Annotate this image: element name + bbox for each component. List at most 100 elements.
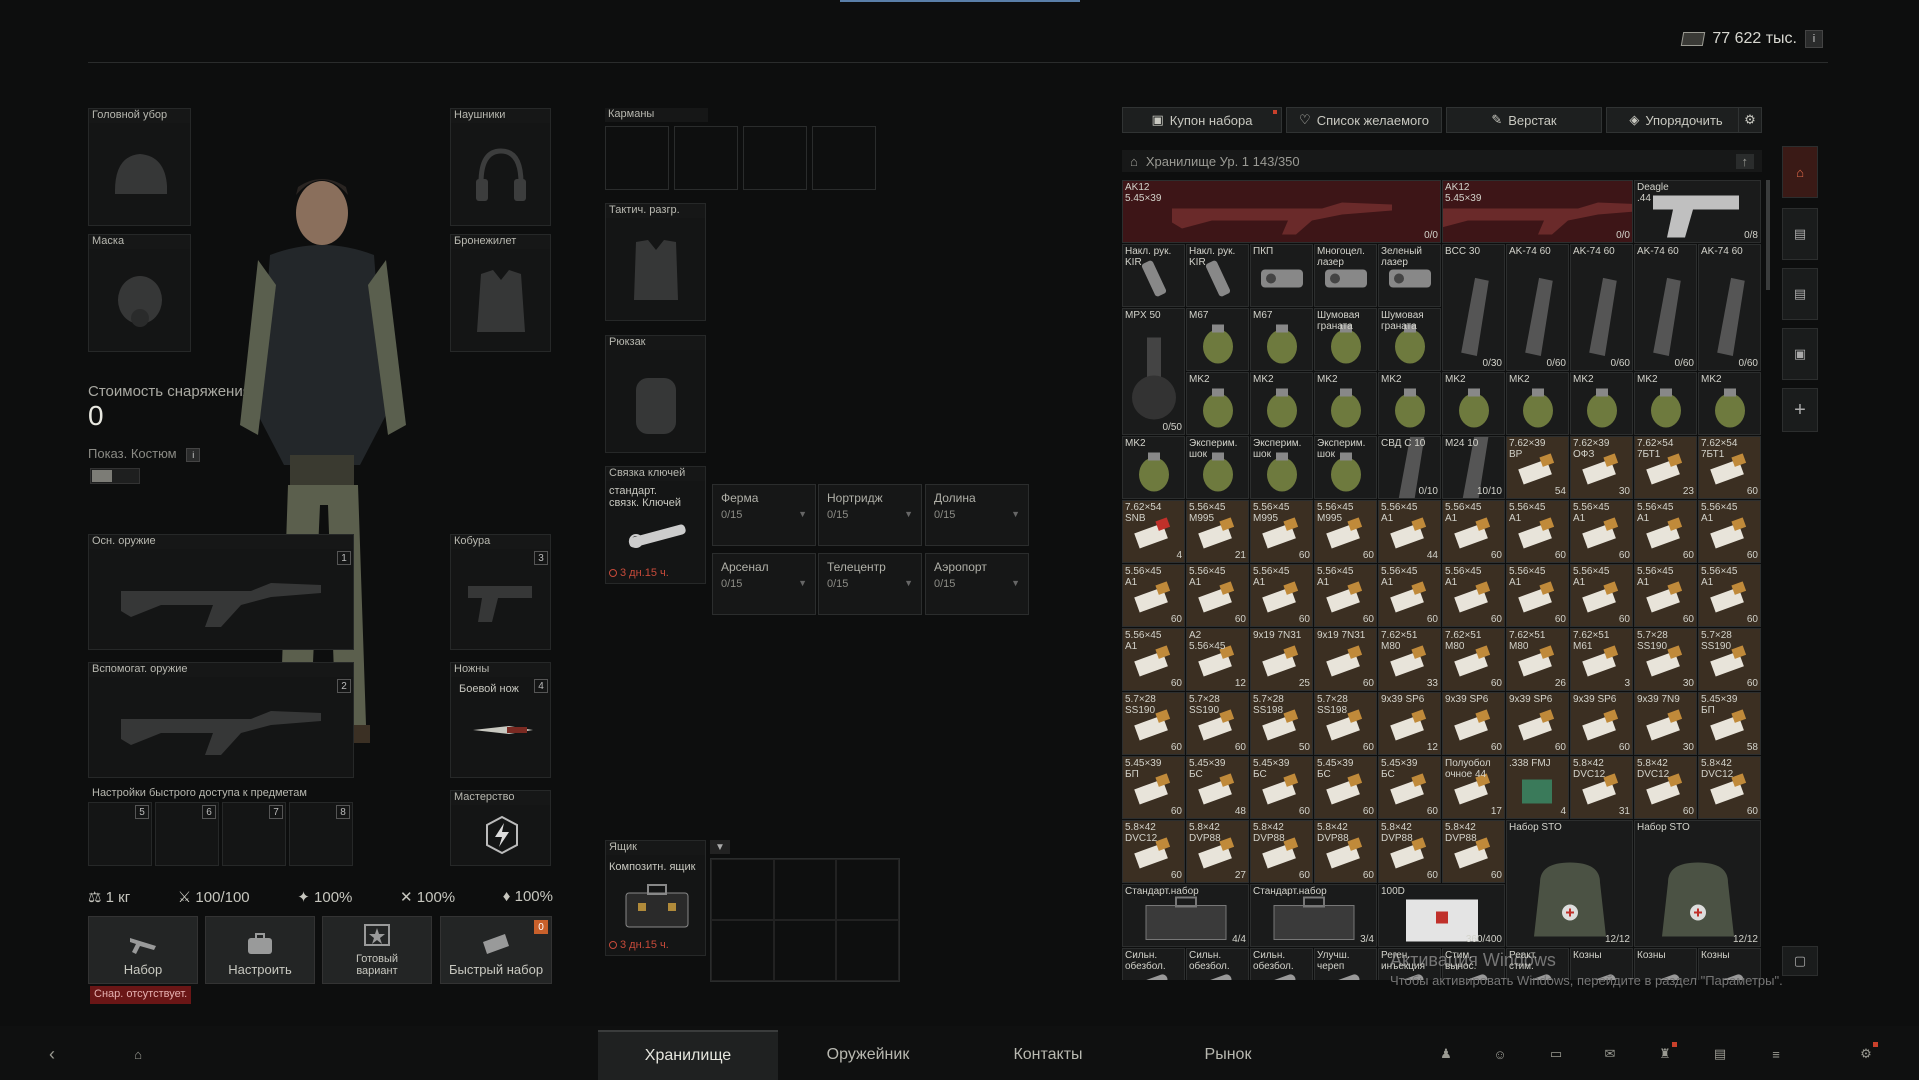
tab-gunsmith[interactable]: Оружейник [778, 1030, 958, 1080]
case-cell[interactable] [836, 859, 899, 920]
stash-item[interactable]: MK2 [1378, 372, 1441, 435]
stash-item[interactable]: 5.56×45 A1 60 [1698, 564, 1761, 627]
slot-armor[interactable]: Бронежилет [450, 234, 551, 352]
stash-item[interactable]: Шумовая граната [1314, 308, 1377, 371]
stash-item[interactable]: 9x39 SP6 12 [1378, 692, 1441, 755]
stash-item[interactable]: 5.56×45 A1 60 [1506, 564, 1569, 627]
slot-tactical-rig[interactable]: Тактич. разгр. [605, 203, 706, 321]
stash-item[interactable]: Эксперим. шок [1314, 436, 1377, 499]
stash-item[interactable]: 5.56×45 A1 60 [1314, 564, 1377, 627]
quick-slot-8[interactable]: 8 [289, 802, 353, 866]
side-add-button[interactable]: + [1782, 388, 1818, 432]
key-slot-northridge[interactable]: Нортридж 0/15 ▼ [818, 484, 922, 546]
slot-holster[interactable]: Кобура 3 [450, 534, 551, 650]
slot-backpack[interactable]: Рюкзак [605, 335, 706, 453]
slot-sheath[interactable]: Ножны 4 Боевой нож [450, 662, 551, 778]
stash-item[interactable]: 5.8×42 DVP88 60 [1378, 820, 1441, 883]
stash-item[interactable]: MK2 [1250, 372, 1313, 435]
stash-item[interactable]: 5.8×42 DVC12 31 [1570, 756, 1633, 819]
stash-item[interactable]: Сильн. обезбол. [1122, 948, 1185, 980]
side-container-2-button[interactable]: ▤ [1782, 268, 1818, 320]
stash-item[interactable]: Стандарт.набор 3/4 [1250, 884, 1377, 947]
stash-item[interactable]: 5.45×39 БП 60 [1122, 756, 1185, 819]
stash-item[interactable]: 7.62×51 M61 3 [1570, 628, 1633, 691]
menu-list-icon[interactable]: ≡ [1766, 1044, 1786, 1064]
key-slot-telecenter[interactable]: Телецентр 0/15 ▼ [818, 553, 922, 615]
stash-item[interactable]: 9x39 SP6 60 [1570, 692, 1633, 755]
stash-item[interactable]: A2 5.56×45 12 [1186, 628, 1249, 691]
stash-item[interactable]: Улучш. череп [1314, 948, 1377, 980]
stash-item[interactable]: 7.62×54 SNB 4 [1122, 500, 1185, 563]
tab-kit-coupon[interactable]: ▣ Купон набора [1122, 107, 1282, 133]
stash-item[interactable]: СВД С 10 0/10 [1378, 436, 1441, 499]
stash-item[interactable]: Накл. рук. KIR [1122, 244, 1185, 307]
ready-variant-button[interactable]: Готовый вариант [322, 916, 432, 984]
stash-item[interactable]: Зеленый лазер [1378, 244, 1441, 307]
stash-item[interactable]: Эксперим. шок [1250, 436, 1313, 499]
key-slot-farm[interactable]: Ферма 0/15 ▼ [712, 484, 816, 546]
stash-grid[interactable]: AK12 5.45×39 0/0 AK12 5.45×39 0/0 Deagle .44… [1122, 180, 1762, 980]
tab-contacts[interactable]: Контакты [958, 1030, 1138, 1080]
stash-item[interactable]: 5.56×45 M995 21 [1186, 500, 1249, 563]
stash-item[interactable]: BCC 30 0/30 [1442, 244, 1505, 371]
gear-icon[interactable]: ⚙ [1856, 1042, 1878, 1064]
stash-item[interactable]: MK2 [1634, 372, 1697, 435]
stash-item[interactable]: Эксперим. шок [1186, 436, 1249, 499]
stash-item[interactable]: Полуобол очное 44 17 [1442, 756, 1505, 819]
stash-item[interactable]: .338 FMJ 4 [1506, 756, 1569, 819]
trophy-icon[interactable]: ♜ [1655, 1042, 1677, 1064]
stash-item[interactable]: 7.62×51 M80 26 [1506, 628, 1569, 691]
sort-button[interactable]: ◈ Упорядочить [1606, 107, 1746, 133]
stash-item[interactable]: 5.56×45 A1 44 [1378, 500, 1441, 563]
stash-item[interactable]: 5.45×39 БС 60 [1378, 756, 1441, 819]
pocket-slot-1[interactable] [605, 126, 669, 190]
stash-item[interactable]: Накл. рук. KIR [1186, 244, 1249, 307]
side-stash-button[interactable]: ⌂ [1782, 146, 1818, 198]
stash-item[interactable]: MK2 [1442, 372, 1505, 435]
stash-item[interactable]: 5.56×45 A1 60 [1698, 500, 1761, 563]
stash-item[interactable]: 7.62×54 7БТ1 23 [1634, 436, 1697, 499]
profile-icon[interactable]: ☺ [1490, 1044, 1510, 1064]
stash-item[interactable]: 5.7×28 SS190 60 [1698, 628, 1761, 691]
stash-item[interactable]: 5.56×45 A1 60 [1442, 564, 1505, 627]
stash-item[interactable]: 5.8×42 DVC12 60 [1634, 756, 1697, 819]
key-slot-airport[interactable]: Аэропорт 0/15 ▼ [925, 553, 1029, 615]
case-pin-icon[interactable]: ▼ [710, 840, 730, 854]
chat-icon[interactable]: ▭ [1546, 1044, 1566, 1064]
stash-item[interactable]: Набор STO 12/12 [1634, 820, 1761, 947]
slot-mask[interactable]: Маска [88, 234, 191, 352]
stash-item[interactable]: AK-74 60 0/60 [1570, 244, 1633, 371]
quick-slot-6[interactable]: 6 [155, 802, 219, 866]
side-bottom-button[interactable]: ▢ [1782, 946, 1818, 976]
upgrade-stash-button[interactable]: ↑ [1735, 153, 1754, 169]
tasks-icon[interactable]: ▤ [1710, 1044, 1730, 1064]
stash-item[interactable]: 5.56×45 A1 60 [1634, 564, 1697, 627]
case-cell[interactable] [711, 859, 774, 920]
quick-slot-7[interactable]: 7 [222, 802, 286, 866]
stash-item[interactable]: 5.8×42 DVP88 60 [1442, 820, 1505, 883]
stash-item[interactable]: Многоцел. лазер [1314, 244, 1377, 307]
stash-item[interactable]: 7.62×54 7БТ1 60 [1698, 436, 1761, 499]
stash-item[interactable]: Стандарт.набор 4/4 [1122, 884, 1249, 947]
stash-item[interactable]: 7.62×51 M80 60 [1442, 628, 1505, 691]
stash-item[interactable]: 5.8×42 DVP88 60 [1314, 820, 1377, 883]
case-cell[interactable] [711, 920, 774, 981]
stash-item[interactable]: 7.62×39 BP 54 [1506, 436, 1569, 499]
side-container-1-button[interactable]: ▤ [1782, 208, 1818, 260]
settings-small-button[interactable]: ⚙ [1738, 107, 1762, 133]
side-container-3-button[interactable]: ▣ [1782, 328, 1818, 380]
stash-item[interactable]: MPX 50 0/50 [1122, 308, 1185, 435]
stash-scrollbar[interactable] [1766, 180, 1770, 290]
stash-item[interactable]: M67 [1186, 308, 1249, 371]
stash-item[interactable]: Набор STO 12/12 [1506, 820, 1633, 947]
tab-stash[interactable]: Хранилище [598, 1030, 778, 1080]
stash-item[interactable]: 5.56×45 A1 60 [1122, 564, 1185, 627]
slot-primary-weapon[interactable]: Осн. оружие 1 [88, 534, 354, 650]
stash-item[interactable]: 5.8×42 DVP88 60 [1250, 820, 1313, 883]
stash-item[interactable]: 9x19 7N31 60 [1314, 628, 1377, 691]
pocket-slot-3[interactable] [743, 126, 807, 190]
stash-item[interactable]: MK2 [1314, 372, 1377, 435]
costume-toggle[interactable] [90, 468, 140, 484]
stash-item[interactable]: Шумовая граната [1378, 308, 1441, 371]
quick-slot-5[interactable]: 5 [88, 802, 152, 866]
